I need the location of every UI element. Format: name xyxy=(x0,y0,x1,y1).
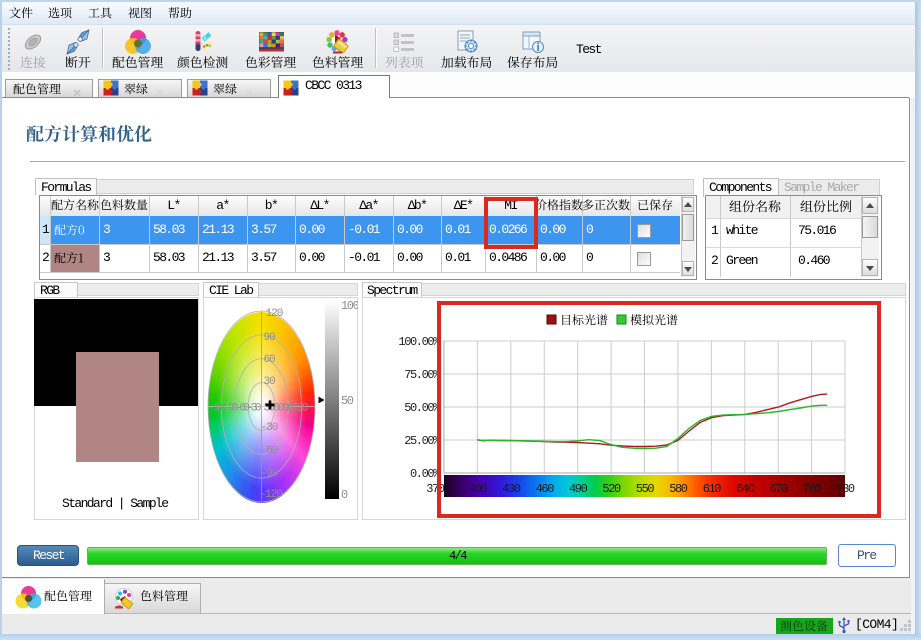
svg-text:100.00%: 100.00% xyxy=(398,335,441,349)
svg-text:75.00%: 75.00% xyxy=(404,368,441,382)
svg-text:100: 100 xyxy=(341,299,358,313)
svg-text:-30: -30 xyxy=(261,422,278,434)
svg-text:-60: -60 xyxy=(261,445,278,457)
svg-text:0: 0 xyxy=(341,488,348,502)
svg-text:50: 50 xyxy=(341,394,354,408)
svg-text:-120-90-60-30: -120-90-60-30 xyxy=(209,403,261,415)
svg-text:120: 120 xyxy=(266,308,283,320)
svg-text:90: 90 xyxy=(264,332,276,344)
svg-text:-90: -90 xyxy=(261,468,278,480)
svg-text:60: 60 xyxy=(264,354,276,366)
svg-text:25.00%: 25.00% xyxy=(404,434,441,448)
svg-text:-120: -120 xyxy=(260,489,283,501)
svg-text:30: 30 xyxy=(264,376,276,388)
svg-text:50.00%: 50.00% xyxy=(404,401,441,415)
